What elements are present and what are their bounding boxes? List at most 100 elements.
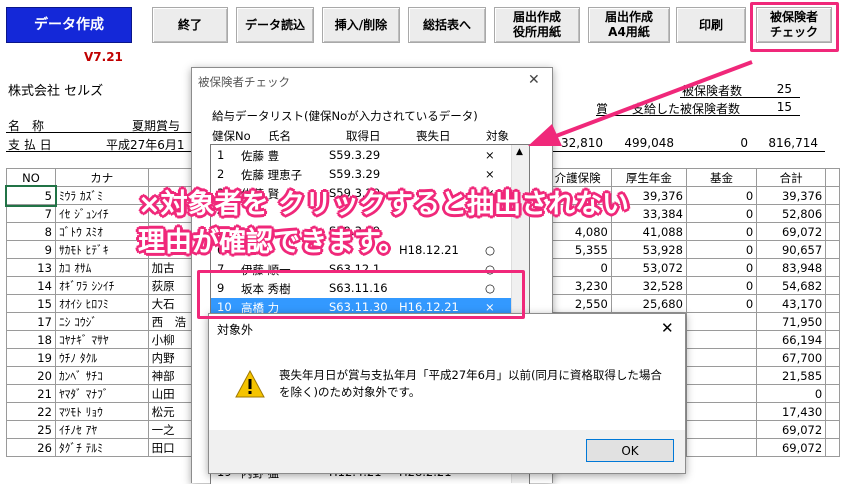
cell-no[interactable]: 18 bbox=[6, 330, 56, 349]
cell-kosei[interactable]: 41,088 bbox=[610, 222, 687, 241]
summary-button[interactable]: 総括表へ bbox=[408, 7, 486, 43]
cell-kana[interactable]: ﾆｼ ｺｳｼﾞ bbox=[54, 312, 149, 331]
cell-no[interactable]: 5 bbox=[4, 184, 58, 207]
cell-kana[interactable]: ﾏﾂﾓﾄ ﾘｮｳ bbox=[54, 402, 149, 421]
cell-kikin[interactable] bbox=[685, 366, 758, 385]
insert-delete-button[interactable]: 挿入/削除 bbox=[322, 7, 400, 43]
cell-no[interactable]: 8 bbox=[6, 222, 56, 241]
cell-blank[interactable] bbox=[825, 330, 840, 349]
cell-kikin[interactable] bbox=[685, 420, 758, 439]
list-item[interactable]: 2 佐藤 理恵子 S59.3.29 × bbox=[211, 165, 511, 184]
cell-kana[interactable]: ﾔﾏﾀﾞ ﾏﾅﾌﾞ bbox=[54, 384, 149, 403]
cell-total[interactable]: 21,585 bbox=[756, 366, 827, 385]
cell-no[interactable]: 25 bbox=[6, 420, 56, 439]
cell-kikin[interactable]: 0 bbox=[685, 240, 758, 259]
cell-kikin[interactable]: 0 bbox=[685, 222, 758, 241]
cell-kaigo[interactable]: 3,230 bbox=[543, 276, 612, 295]
list-cell-name: 佐藤 理恵子 bbox=[241, 168, 303, 182]
cell-total[interactable]: 67,700 bbox=[756, 348, 827, 367]
cell-kikin[interactable]: 0 bbox=[685, 294, 758, 313]
cell-total[interactable]: 69,072 bbox=[756, 222, 827, 241]
close-icon[interactable]: ✕ bbox=[661, 319, 674, 337]
cell-kana[interactable]: ﾐｳﾗ ｶｽﾞﾐ bbox=[54, 186, 149, 205]
list-item[interactable]: 1 佐藤 豊 S59.3.29 × bbox=[211, 146, 511, 165]
cell-kana[interactable]: ｶｺ ｵｻﾑ bbox=[54, 258, 149, 277]
cell-kosei[interactable]: 53,072 bbox=[610, 258, 687, 277]
cell-no[interactable]: 20 bbox=[6, 366, 56, 385]
cell-kaigo[interactable]: 4,080 bbox=[543, 222, 612, 241]
cell-kosei[interactable]: 53,928 bbox=[610, 240, 687, 259]
cell-kana[interactable]: ｺﾔﾅｷﾞ ﾏｻﾔ bbox=[54, 330, 149, 349]
cell-blank[interactable] bbox=[825, 186, 840, 205]
cell-total[interactable]: 54,682 bbox=[756, 276, 827, 295]
cell-blank[interactable] bbox=[825, 438, 840, 457]
cell-blank[interactable] bbox=[825, 420, 840, 439]
cell-blank[interactable] bbox=[825, 240, 840, 259]
cell-blank[interactable] bbox=[825, 348, 840, 367]
cell-no[interactable]: 22 bbox=[6, 402, 56, 421]
cell-kikin[interactable]: 0 bbox=[685, 276, 758, 295]
cell-kikin[interactable] bbox=[685, 402, 758, 421]
cell-kana[interactable]: ｵｵｲｼ ﾋﾛﾌﾐ bbox=[54, 294, 149, 313]
cell-total[interactable]: 66,194 bbox=[756, 330, 827, 349]
close-icon[interactable]: ✕ bbox=[528, 72, 540, 88]
ok-button[interactable]: OK bbox=[586, 439, 674, 462]
cell-kikin[interactable]: 0 bbox=[685, 186, 758, 205]
load-data-button[interactable]: データ読込 bbox=[236, 7, 314, 43]
cell-kikin[interactable] bbox=[685, 438, 758, 457]
cell-no[interactable]: 13 bbox=[6, 258, 56, 277]
cell-no[interactable]: 15 bbox=[6, 294, 56, 313]
cell-total[interactable]: 69,072 bbox=[756, 438, 827, 457]
print-button[interactable]: 印刷 bbox=[676, 7, 746, 43]
cell-kaigo[interactable]: 5,355 bbox=[543, 240, 612, 259]
cell-total[interactable]: 0 bbox=[756, 384, 827, 403]
cell-no[interactable]: 14 bbox=[6, 276, 56, 295]
cell-no[interactable]: 17 bbox=[6, 312, 56, 331]
cell-kana[interactable]: ｲﾁﾉｾ ｱﾔ bbox=[54, 420, 149, 439]
cell-kana[interactable]: ｳﾁﾉ ﾀｸﾙ bbox=[54, 348, 149, 367]
cell-kosei[interactable]: 32,528 bbox=[610, 276, 687, 295]
cell-total[interactable]: 43,170 bbox=[756, 294, 827, 313]
cell-blank[interactable] bbox=[825, 384, 840, 403]
scroll-up-icon[interactable]: ▲ bbox=[516, 147, 523, 157]
report-a4-button[interactable]: 届出作成 A4用紙 bbox=[588, 7, 670, 43]
cell-blank[interactable] bbox=[825, 204, 840, 223]
cell-kana[interactable]: ｺﾞﾄｳ ｽﾐｵ bbox=[54, 222, 149, 241]
cell-no[interactable]: 9 bbox=[6, 240, 56, 259]
cell-no[interactable]: 21 bbox=[6, 384, 56, 403]
cell-kikin[interactable] bbox=[685, 348, 758, 367]
cell-blank[interactable] bbox=[825, 402, 840, 421]
cell-kana[interactable]: ｻｶﾓﾄ ﾋﾃﾞｷ bbox=[54, 240, 149, 259]
cell-kikin[interactable]: 0 bbox=[685, 258, 758, 277]
cell-blank[interactable] bbox=[825, 294, 840, 313]
cell-kana[interactable]: ｶﾝﾍﾞ ｻﾁｺ bbox=[54, 366, 149, 385]
cell-total[interactable]: 39,376 bbox=[756, 186, 827, 205]
cell-blank[interactable] bbox=[825, 366, 840, 385]
cell-kana[interactable]: ｲｾ ｼﾞｭﾝｲﾁ bbox=[54, 204, 149, 223]
cell-total[interactable]: 52,806 bbox=[756, 204, 827, 223]
cell-blank[interactable] bbox=[825, 312, 840, 331]
cell-blank[interactable] bbox=[825, 276, 840, 295]
cell-kaigo[interactable]: 0 bbox=[543, 258, 612, 277]
cell-kikin[interactable] bbox=[685, 330, 758, 349]
cell-kana[interactable]: ﾀｸﾞﾁ ﾃﾙﾐ bbox=[54, 438, 149, 457]
cell-no[interactable]: 19 bbox=[6, 348, 56, 367]
cell-kikin[interactable] bbox=[685, 384, 758, 403]
data-create-button[interactable]: データ作成 bbox=[6, 7, 132, 43]
cell-kaigo[interactable]: 2,550 bbox=[543, 294, 612, 313]
cell-total[interactable]: 71,950 bbox=[756, 312, 827, 331]
cell-total[interactable]: 69,072 bbox=[756, 420, 827, 439]
cell-total[interactable]: 17,430 bbox=[756, 402, 827, 421]
cell-kana[interactable]: ｵｷﾞﾜﾗ ｼﾝｲﾁ bbox=[54, 276, 149, 295]
cell-blank[interactable] bbox=[825, 258, 840, 277]
cell-blank[interactable] bbox=[825, 222, 840, 241]
cell-total[interactable]: 90,657 bbox=[756, 240, 827, 259]
report-office-form-button[interactable]: 届出作成 役所用紙 bbox=[494, 7, 580, 43]
cell-kosei[interactable]: 25,680 bbox=[610, 294, 687, 313]
exit-button[interactable]: 終了 bbox=[152, 7, 228, 43]
cell-no[interactable]: 7 bbox=[6, 204, 56, 223]
cell-total[interactable]: 83,948 bbox=[756, 258, 827, 277]
cell-no[interactable]: 26 bbox=[6, 438, 56, 457]
cell-kikin[interactable]: 0 bbox=[685, 204, 758, 223]
cell-kikin[interactable] bbox=[685, 312, 758, 331]
